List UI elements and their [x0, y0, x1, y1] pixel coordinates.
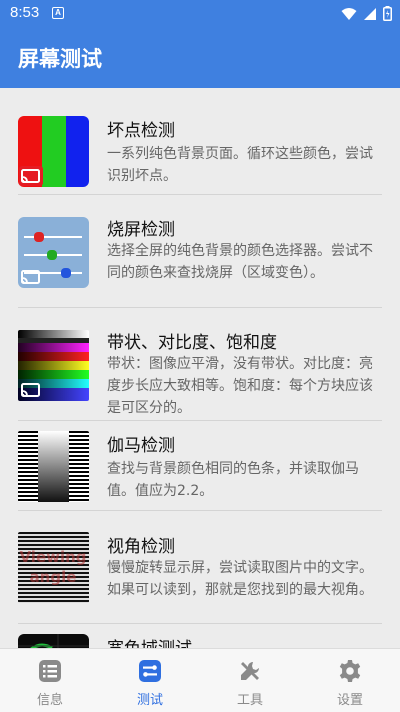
- toggle-icon: [139, 660, 161, 682]
- nav-label: 工具: [236, 693, 263, 708]
- item-title: 视角检测: [107, 537, 175, 557]
- nav-item-info[interactable]: 信息: [0, 649, 100, 712]
- bottom-navigation: 信息 测试 工具 设置: [0, 648, 400, 712]
- status-icons: [341, 6, 392, 21]
- list-item-viewing-angle[interactable]: Viewing angle 视角检测 慢慢旋转显示屏，尝试读取图片中的文字。如果…: [0, 511, 400, 624]
- signal-icon: [364, 7, 376, 20]
- item-description: 一系列纯色背景页面。循环这些颜色，尝试识别坏点。: [107, 146, 373, 184]
- cast-icon: [21, 383, 40, 397]
- battery-icon: [383, 6, 392, 21]
- list-item-dead-pixel[interactable]: 坏点检测 一系列纯色背景页面。循环这些颜色，尝试识别坏点。: [0, 88, 400, 195]
- list-icon: [39, 660, 61, 682]
- nav-item-tools[interactable]: 工具: [200, 649, 300, 712]
- item-title: 伽马检测: [107, 436, 175, 456]
- screen: 8:53 A 屏幕测试 坏点检测 一系列纯色背景页面。循环这些颜色，尝试识别坏点…: [0, 0, 400, 712]
- nav-item-settings[interactable]: 设置: [300, 649, 400, 712]
- sliders-thumbnail: [18, 217, 89, 288]
- list-item-wide-gamut[interactable]: 宽色域测试: [0, 624, 400, 648]
- item-description: 慢慢旋转显示屏，尝试读取图片中的文字。如果可以读到，那就是您找到的最大视角。: [107, 560, 373, 598]
- app-bar: 屏幕测试: [0, 28, 400, 88]
- item-title: 烧屏检测: [107, 220, 175, 240]
- status-bar: 8:53 A: [0, 0, 400, 28]
- item-title: 带状、对比度、饱和度: [107, 333, 277, 353]
- gamma-stripes-thumbnail: [18, 431, 89, 502]
- cast-icon: [19, 166, 43, 186]
- nav-item-tests[interactable]: 测试: [100, 649, 200, 712]
- color-bars-thumbnail: [18, 116, 89, 187]
- item-description: 选择全屏的纯色背景的颜色选择器。尝试不同的颜色来查找烧屏（区域变色）。: [107, 243, 373, 281]
- nav-label: 设置: [336, 693, 363, 708]
- test-list[interactable]: 坏点检测 一系列纯色背景页面。循环这些颜色，尝试识别坏点。 烧屏检测 选择全屏的…: [0, 88, 400, 648]
- item-title: 宽色域测试: [107, 634, 192, 648]
- list-item-burn-in[interactable]: 烧屏检测 选择全屏的纯色背景的颜色选择器。尝试不同的颜色来查找烧屏（区域变色）。: [0, 195, 400, 308]
- gradient-palette-thumbnail: [18, 330, 89, 401]
- gamut-thumbnail: [18, 634, 89, 648]
- cast-icon: [21, 270, 40, 284]
- viewing-angle-thumbnail: Viewing angle: [18, 532, 89, 603]
- status-time: 8:53: [10, 4, 40, 21]
- thumb-text-angle: angle: [30, 568, 77, 586]
- thumb-text-viewing: Viewing: [19, 548, 86, 566]
- list-item-banding-contrast-saturation[interactable]: 带状、对比度、饱和度 带状：图像应平滑，没有带状。对比度：亮度步长应大致相等。饱…: [0, 308, 400, 421]
- item-description: 查找与背景颜色相同的色条，并读取伽马值。值应为2.2。: [107, 461, 359, 499]
- nav-label: 测试: [136, 693, 163, 708]
- nav-label: 信息: [36, 693, 63, 708]
- wifi-icon: [341, 7, 357, 20]
- list-item-gamma[interactable]: 伽马检测 查找与背景颜色相同的色条，并读取伽马值。值应为2.2。: [0, 421, 400, 511]
- tools-icon: [241, 661, 260, 680]
- item-description: 带状：图像应平滑，没有带状。对比度：亮度步长应大致相等。饱和度：每个方块应该是可…: [107, 356, 373, 416]
- item-title: 坏点检测: [107, 121, 175, 141]
- notification-a-icon: A: [52, 7, 64, 19]
- gear-icon: [339, 660, 361, 682]
- page-title: 屏幕测试: [18, 47, 102, 71]
